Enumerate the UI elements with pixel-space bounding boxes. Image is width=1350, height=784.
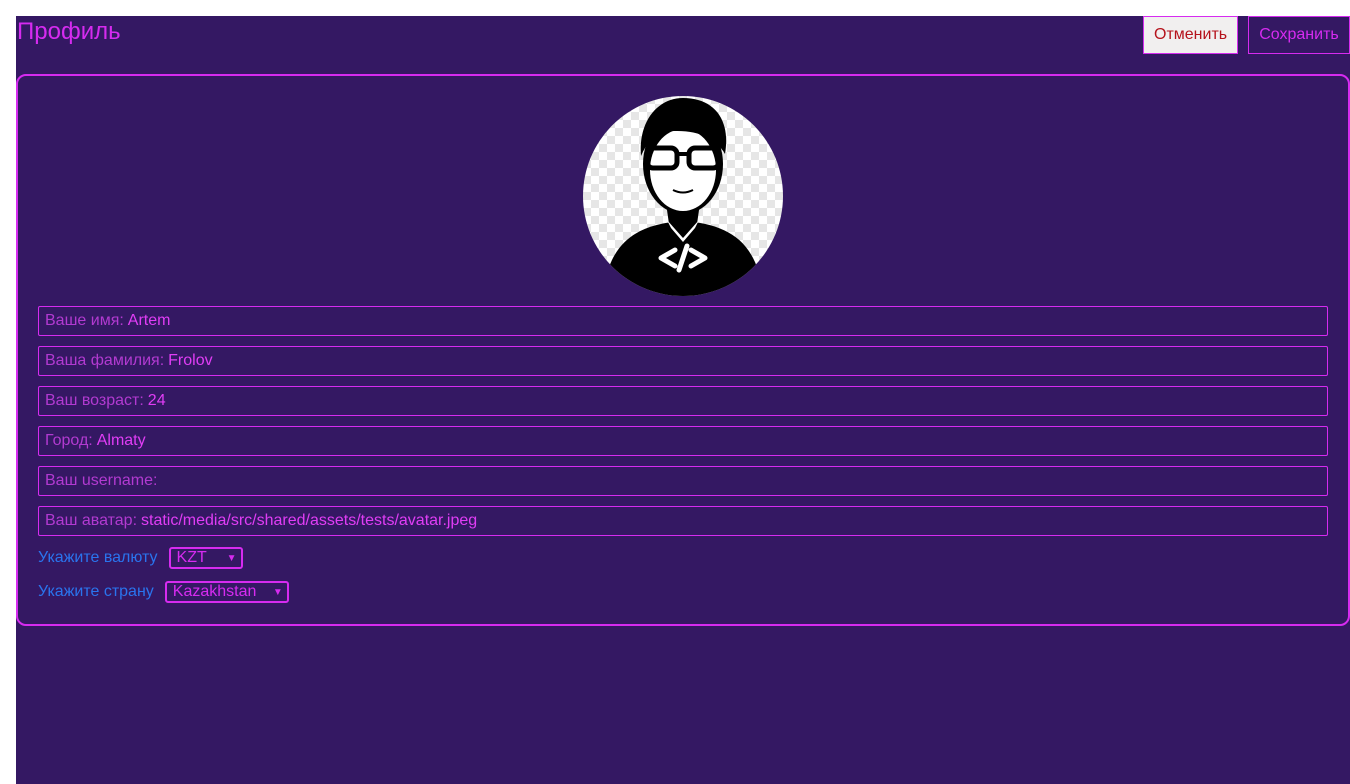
avatar	[583, 96, 783, 296]
last-name-value: Frolov	[168, 352, 213, 369]
currency-label: Укажите валюту	[38, 549, 158, 566]
last-name-field[interactable]: Ваша фамилия: Frolov	[38, 346, 1328, 376]
developer-avatar-icon	[583, 96, 783, 296]
page-title: Профиль	[17, 18, 121, 45]
country-label: Укажите страну	[38, 583, 154, 600]
age-value: 24	[147, 392, 166, 409]
first-name-field[interactable]: Ваше имя: Artem	[38, 306, 1328, 336]
currency-selected-value: KZT	[176, 549, 207, 566]
country-row: Укажите страну Kazakhstan ▼	[38, 581, 289, 603]
last-name-label: Ваша фамилия:	[45, 352, 165, 369]
currency-select[interactable]: KZT ▼	[168, 547, 243, 569]
city-field[interactable]: Город: Almaty	[38, 426, 1328, 456]
age-label: Ваш возраст:	[45, 392, 144, 409]
avatar-url-label: Ваш аватар:	[45, 512, 138, 529]
username-label: Ваш username:	[45, 472, 158, 489]
currency-row: Укажите валюту KZT ▼	[38, 547, 243, 569]
first-name-value: Artem	[127, 312, 171, 329]
country-select[interactable]: Kazakhstan ▼	[164, 581, 289, 603]
age-field[interactable]: Ваш возраст: 24	[38, 386, 1328, 416]
city-label: Город:	[45, 432, 93, 449]
save-button[interactable]: Сохранить	[1248, 16, 1350, 54]
cancel-button[interactable]: Отменить	[1143, 16, 1238, 54]
city-value: Almaty	[96, 432, 146, 449]
chevron-down-icon: ▼	[226, 552, 237, 564]
profile-card: Ваше имя: Artem Ваша фамилия: Frolov Ваш…	[16, 74, 1350, 626]
username-field[interactable]: Ваш username:	[38, 466, 1328, 496]
profile-page: Профиль Отменить Сохранить Ваше имя: Art…	[16, 16, 1350, 784]
country-selected-value: Kazakhstan	[172, 583, 257, 600]
first-name-label: Ваше имя:	[45, 312, 124, 329]
avatar-url-field[interactable]: Ваш аватар: static/media/src/shared/asse…	[38, 506, 1328, 536]
avatar-url-value: static/media/src/shared/assets/tests/ava…	[141, 512, 478, 529]
chevron-down-icon: ▼	[272, 586, 283, 598]
